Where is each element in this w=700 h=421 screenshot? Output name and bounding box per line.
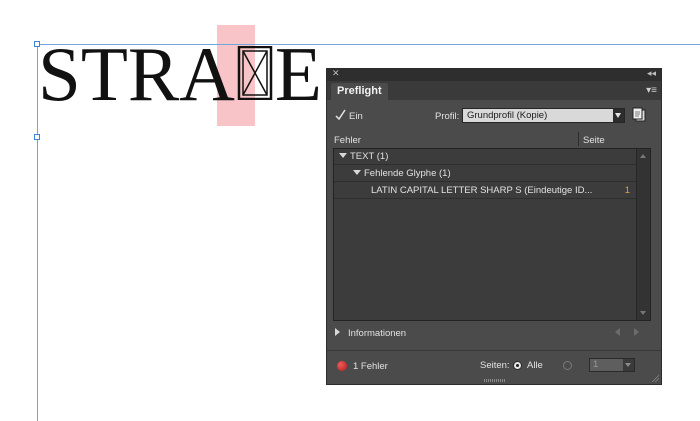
info-section-toggle[interactable]: Informationen xyxy=(335,327,406,341)
double-chevron-icon[interactable]: ◂◂ xyxy=(647,68,656,79)
tab-preflight[interactable]: Preflight xyxy=(331,83,388,100)
list-item[interactable]: TEXT (1) xyxy=(334,149,637,165)
disclosure-triangle-icon[interactable] xyxy=(339,153,347,158)
text-before-glyph: STRA xyxy=(38,31,235,117)
list-item[interactable]: Fehlende Glyphe (1) xyxy=(334,166,637,182)
check-icon xyxy=(335,109,346,121)
column-header-page[interactable]: Seite xyxy=(583,135,605,148)
missing-glyph-box-icon xyxy=(236,34,274,101)
pages-all-label[interactable]: Alle xyxy=(527,360,543,371)
define-profiles-icon[interactable] xyxy=(631,107,647,123)
close-icon[interactable]: ✕ xyxy=(332,68,340,79)
row-label: Fehlende Glyphe (1) xyxy=(364,168,451,179)
preflight-panel: ✕ ◂◂ Preflight ▾≡ Ein Profil: Grundprofi… xyxy=(326,68,662,385)
list-item[interactable]: LATIN CAPITAL LETTER SHARP S (Eindeutige… xyxy=(334,183,637,199)
panel-tab-row: Preflight ▾≡ xyxy=(327,81,661,100)
profile-value: Grundprofil (Kopie) xyxy=(467,110,548,121)
chevron-down-icon xyxy=(623,359,634,371)
error-status: 1 Fehler xyxy=(337,359,388,373)
profile-select[interactable]: Grundprofil (Kopie) xyxy=(462,108,625,123)
column-divider[interactable] xyxy=(578,132,579,146)
scroll-down-icon[interactable] xyxy=(640,311,646,315)
resize-corner-icon[interactable] xyxy=(651,374,659,382)
text-frame-word[interactable]: STRA E xyxy=(38,34,322,114)
column-header-error[interactable]: Fehler xyxy=(334,135,361,148)
page-range-field[interactable]: 1 xyxy=(589,358,635,372)
text-after-glyph: E xyxy=(274,31,322,117)
disclosure-triangle-icon xyxy=(335,328,340,336)
row-label: LATIN CAPITAL LETTER SHARP S (Eindeutige… xyxy=(371,185,593,196)
row-page-link[interactable]: 1 xyxy=(625,183,630,198)
enable-row[interactable]: Ein xyxy=(335,109,363,123)
resize-grip-icon[interactable] xyxy=(484,379,506,382)
profile-label: Profil: xyxy=(435,111,460,122)
chevron-down-icon xyxy=(613,109,624,122)
enable-label: Ein xyxy=(349,110,363,122)
previous-icon[interactable] xyxy=(615,328,620,336)
page-range-value: 1 xyxy=(593,359,599,370)
row-label: TEXT (1) xyxy=(350,151,389,162)
error-list: TEXT (1) Fehlende Glyphe (1) LATIN CAPIT… xyxy=(333,148,651,321)
enable-checkbox[interactable] xyxy=(335,109,346,121)
pages-range-radio[interactable] xyxy=(563,361,572,370)
list-scrollbar[interactable] xyxy=(636,149,650,320)
error-status-icon xyxy=(337,361,347,371)
disclosure-triangle-icon[interactable] xyxy=(353,170,361,175)
next-icon[interactable] xyxy=(634,328,639,336)
error-count-label: 1 Fehler xyxy=(353,360,388,372)
panel-menu-icon[interactable]: ▾≡ xyxy=(646,85,657,96)
text-frame-handle-side[interactable] xyxy=(34,134,40,140)
panel-titlebar[interactable]: ✕ ◂◂ xyxy=(327,68,661,81)
pages-all-radio[interactable] xyxy=(513,361,522,370)
scroll-up-icon[interactable] xyxy=(640,154,646,158)
panel-divider xyxy=(327,350,661,351)
pages-label: Seiten: xyxy=(480,360,510,371)
info-label: Informationen xyxy=(348,328,407,339)
